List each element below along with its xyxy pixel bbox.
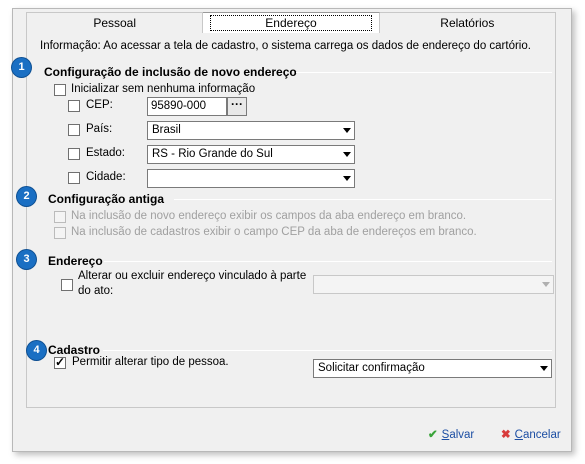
check-icon: ✔ [428, 429, 438, 441]
save-label-rest: alvar [449, 429, 475, 441]
section1-divider [296, 72, 552, 73]
tab-endereco-label: Endereço [210, 15, 372, 31]
cep-input[interactable]: 95890-000 [147, 97, 227, 116]
cancel-label-rest: ancelar [522, 429, 561, 441]
allow-person-type-label: Permitir alterar tipo de pessoa. [72, 356, 229, 368]
badge-2: 2 [17, 187, 36, 206]
pais-value: Brasil [152, 124, 181, 136]
pais-select[interactable]: Brasil [147, 121, 355, 140]
info-text: Informação: Ao acessar a tela de cadastr… [40, 40, 531, 52]
cidade-select[interactable] [147, 169, 355, 188]
tab-endereco[interactable]: Endereço [203, 12, 380, 34]
tab-relatorios[interactable]: Relatórios [379, 12, 556, 34]
chevron-down-icon [343, 152, 351, 157]
pais-label: País: [86, 123, 113, 135]
cep-label: CEP: [86, 99, 113, 111]
cidade-checkbox[interactable] [68, 172, 80, 184]
section4-divider [103, 350, 552, 351]
old-config-opt2-label: Na inclusão de cadastros exibir o campo … [71, 226, 477, 238]
old-config-opt1-checkbox[interactable] [54, 211, 66, 223]
section3-divider [104, 261, 552, 262]
section3-title: Endereço [48, 254, 103, 268]
old-config-opt1-label: Na inclusão de novo endereço exibir os c… [71, 210, 467, 222]
chevron-down-icon [343, 128, 351, 133]
chevron-down-icon [343, 176, 351, 181]
cep-checkbox[interactable] [68, 100, 80, 112]
section2-divider [174, 199, 552, 200]
tab-bar: Pessoal Endereço Relatórios [26, 12, 556, 34]
estado-value: RS - Rio Grande do Sul [152, 148, 273, 160]
estado-select[interactable]: RS - Rio Grande do Sul [147, 145, 355, 164]
cancel-accel: C [514, 429, 523, 441]
cep-search-button[interactable]: ··· [227, 97, 247, 116]
old-config-opt2-checkbox[interactable] [54, 227, 66, 239]
alter-address-select[interactable] [313, 275, 554, 294]
person-type-select[interactable]: Solicitar confirmação [313, 359, 552, 378]
alter-address-label-line1: Alterar ou excluir endereço vinculado à … [78, 270, 307, 282]
cancel-button[interactable]: ✖ Cancelar [501, 427, 561, 441]
badge-4: 4 [27, 341, 46, 360]
estado-label: Estado: [86, 147, 125, 159]
cidade-label: Cidade: [86, 171, 126, 183]
section1-title: Configuração de inclusão de novo endereç… [44, 65, 297, 79]
init-blank-checkbox[interactable] [54, 84, 66, 96]
init-blank-label: Inicializar sem nenhuma informação [71, 83, 256, 95]
allow-person-type-checkbox[interactable] [54, 355, 66, 369]
tab-pessoal-label: Pessoal [93, 16, 137, 30]
person-type-value: Solicitar confirmação [318, 362, 425, 374]
tab-relatorios-label: Relatórios [440, 16, 495, 30]
chevron-down-icon [540, 366, 548, 371]
alter-address-label-line2: do ato: [78, 285, 114, 297]
chevron-down-icon [542, 282, 550, 287]
pais-checkbox[interactable] [68, 124, 80, 136]
section2-title: Configuração antiga [48, 192, 165, 206]
badge-3: 3 [17, 250, 36, 269]
close-icon: ✖ [501, 429, 511, 441]
tab-pessoal[interactable]: Pessoal [26, 12, 204, 34]
estado-checkbox[interactable] [68, 148, 80, 160]
badge-1: 1 [12, 58, 31, 77]
alter-address-checkbox[interactable] [61, 279, 73, 291]
save-button[interactable]: ✔ Salvar [428, 427, 474, 441]
